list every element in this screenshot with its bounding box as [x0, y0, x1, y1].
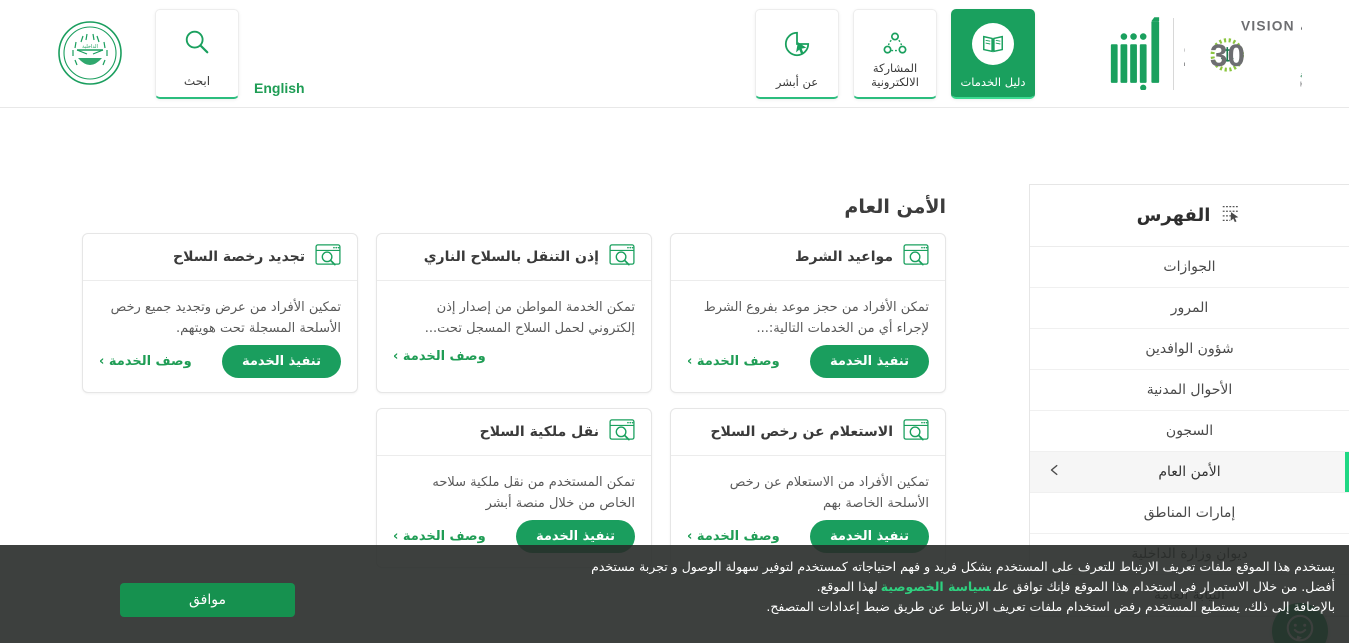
sidebar-item-passports[interactable]: الجوازات [1030, 247, 1349, 288]
sidebar-title: الفهرس [1136, 205, 1211, 226]
service-description-link[interactable]: وصف الخدمة › [393, 529, 486, 544]
service-card-body: تمكين الأفراد من عرض وتجديد جميع رخص الأ… [83, 281, 357, 339]
service-card-title: نقل ملكية السلاح [479, 424, 599, 440]
service-card-description: تمكين الأفراد من الاستعلام عن رخص الأسلح… [729, 475, 929, 511]
cookie-consent-banner: يستخدم هذا الموقع ملفات تعريف الارتباط ل… [0, 545, 1349, 643]
execute-service-button[interactable]: تنفيذ الخدمة [809, 345, 929, 378]
search-button-label: ابحث [183, 73, 211, 88]
service-card-header: إذن التنقل بالسلاح الناري [377, 234, 651, 281]
sidebar-item-traffic[interactable]: المرور [1030, 288, 1349, 329]
vision-2030-logo: رؤيـــــة VISION 2 30 المملكة العربية ال… [1168, 14, 1349, 94]
sidebar-item-label: المرور [1170, 300, 1209, 316]
cursor-pie-icon [783, 23, 811, 65]
window-search-icon [609, 419, 635, 445]
service-card-description: تمكن الخدمة المواطن من إصدار إذن إلكترون… [424, 300, 635, 336]
site-header: الداخلية ابحث English دليل الخدمات المشا… [0, 0, 1349, 108]
saudi-moi-emblem-icon: الداخلية [57, 20, 123, 86]
service-card[interactable]: الاستعلام عن رخص السلاح تمكين الأفراد من… [670, 408, 946, 568]
sidebar-item-label: الأحوال المدنية [1146, 382, 1233, 398]
service-description-link[interactable]: وصف الخدمة › [99, 354, 192, 369]
sidebar-item-label: الأمن العام [1158, 464, 1221, 480]
sidebar-item-label: الجوازات [1163, 259, 1216, 275]
logo-divider [1173, 18, 1174, 90]
nav-tile-about-absher[interactable]: عن أبشر [755, 9, 839, 99]
nav-tile-about-absher-label: عن أبشر [775, 75, 819, 89]
service-card-actions: وصف الخدمة › تنفيذ الخدمة [83, 339, 357, 392]
book-icon [972, 23, 1014, 65]
sidebar-item-regional-emirates[interactable]: إمارات المناطق [1030, 493, 1349, 534]
svg-text:2: 2 [1184, 38, 1186, 73]
service-card[interactable]: مواعيد الشرط تمكن الأفراد من حجز موعد بف… [670, 233, 946, 393]
svg-text:VISION: VISION [1241, 18, 1295, 33]
svg-text:الداخلية: الداخلية [82, 44, 98, 50]
cookie-line-2b: لهذا الموقع. [816, 579, 878, 594]
service-cards-grid: مواعيد الشرط تمكن الأفراد من حجز موعد بف… [55, 233, 946, 568]
svg-text:KINGDOM OF SAUDI ARABIA: KINGDOM OF SAUDI ARABIA [1300, 81, 1302, 88]
service-card-header: مواعيد الشرط [671, 234, 945, 281]
search-button[interactable]: ابحث [155, 9, 239, 99]
service-card-title: مواعيد الشرط [794, 249, 893, 265]
header-nav-tiles: دليل الخدمات المشاركة الالكترونية عن أبش… [755, 9, 1035, 99]
sidebar-item-prisons[interactable]: السجون [1030, 411, 1349, 452]
nav-tile-e-participation[interactable]: المشاركة الالكترونية [853, 9, 937, 99]
svg-text:30: 30 [1210, 38, 1245, 73]
cookie-line-2a: أفضل. من خلال الاستمرار في استخدام هذا ا… [993, 579, 1335, 594]
share-nodes-icon [881, 23, 909, 65]
sidebar-header: الفهرس [1030, 185, 1349, 247]
service-card-header: الاستعلام عن رخص السلاح [671, 409, 945, 456]
page-title: الأمن العام [844, 196, 946, 218]
service-card-title: الاستعلام عن رخص السلاح [710, 424, 893, 440]
header-logos: رؤيـــــة VISION 2 30 المملكة العربية ال… [1107, 14, 1349, 94]
sidebar-item-label: السجون [1165, 423, 1214, 439]
list-cursor-icon [1220, 203, 1242, 229]
service-card-body: تمكين الأفراد من الاستعلام عن رخص الأسلح… [671, 456, 945, 514]
service-description-link[interactable]: وصف الخدمة › [393, 349, 486, 364]
service-card-description: تمكين الأفراد من عرض وتجديد جميع رخص الأ… [110, 300, 341, 336]
window-search-icon [903, 244, 929, 270]
nav-tile-e-participation-label: المشاركة الالكترونية [871, 61, 919, 89]
service-card-title: إذن التنقل بالسلاح الناري [423, 249, 599, 265]
privacy-policy-link[interactable]: سياسة الخصوصية [878, 579, 994, 594]
service-card-title: تجديد رخصة السلاح [173, 249, 305, 265]
execute-service-button[interactable]: تنفيذ الخدمة [221, 345, 341, 378]
nav-tile-services-guide[interactable]: دليل الخدمات [951, 9, 1035, 99]
window-search-icon [609, 244, 635, 270]
cookie-consent-text: يستخدم هذا الموقع ملفات تعريف الارتباط ل… [405, 557, 1335, 617]
service-card-description: تمكن الأفراد من حجز موعد بفروع الشرط لإج… [703, 300, 929, 336]
service-card-actions: وصف الخدمة › [377, 339, 651, 385]
sidebar-item-civil-affairs[interactable]: الأحوال المدنية [1030, 370, 1349, 411]
absher-logo [1107, 14, 1163, 94]
window-search-icon [903, 419, 929, 445]
service-card-body: تمكن المستخدم من نقل ملكية سلاحه الخاص م… [377, 456, 651, 514]
language-switch-english[interactable]: English [254, 80, 305, 96]
chevron-left-icon [1048, 463, 1062, 481]
service-description-link[interactable]: وصف الخدمة › [687, 354, 780, 369]
service-card[interactable]: إذن التنقل بالسلاح الناري تمكن الخدمة ال… [376, 233, 652, 393]
sidebar-item-label: شؤون الوافدين [1145, 341, 1234, 357]
service-card[interactable]: تجديد رخصة السلاح تمكين الأفراد من عرض و… [82, 233, 358, 393]
svg-text:رؤيـــــة: رؤيـــــة [1300, 17, 1302, 34]
service-description-link[interactable]: وصف الخدمة › [687, 529, 780, 544]
nav-tile-services-guide-label: دليل الخدمات [960, 75, 1026, 89]
service-card-body: تمكن الخدمة المواطن من إصدار إذن إلكترون… [377, 281, 651, 339]
sidebar-item-expatriate-affairs[interactable]: شؤون الوافدين [1030, 329, 1349, 370]
service-card-actions: وصف الخدمة › تنفيذ الخدمة [671, 339, 945, 392]
service-card-header: تجديد رخصة السلاح [83, 234, 357, 281]
service-card[interactable]: نقل ملكية السلاح تمكن المستخدم من نقل مل… [376, 408, 652, 568]
cookie-accept-button[interactable]: موافق [120, 583, 295, 617]
search-icon [183, 20, 211, 64]
service-card-body: تمكن الأفراد من حجز موعد بفروع الشرط لإج… [671, 281, 945, 339]
svg-text:المملكة العربية السعودية: المملكة العربية السعودية [1300, 71, 1302, 80]
service-card-header: نقل ملكية السلاح [377, 409, 651, 456]
cookie-line-1: يستخدم هذا الموقع ملفات تعريف الارتباط ل… [591, 559, 1335, 574]
sidebar-item-public-security[interactable]: الأمن العام [1030, 452, 1349, 493]
service-card-description: تمكن المستخدم من نقل ملكية سلاحه الخاص م… [432, 475, 635, 511]
cookie-line-3: بالإضافة إلى ذلك، يستطيع المستخدم رفض اس… [766, 599, 1335, 614]
sidebar-item-label: إمارات المناطق [1143, 505, 1236, 521]
window-search-icon [315, 244, 341, 270]
